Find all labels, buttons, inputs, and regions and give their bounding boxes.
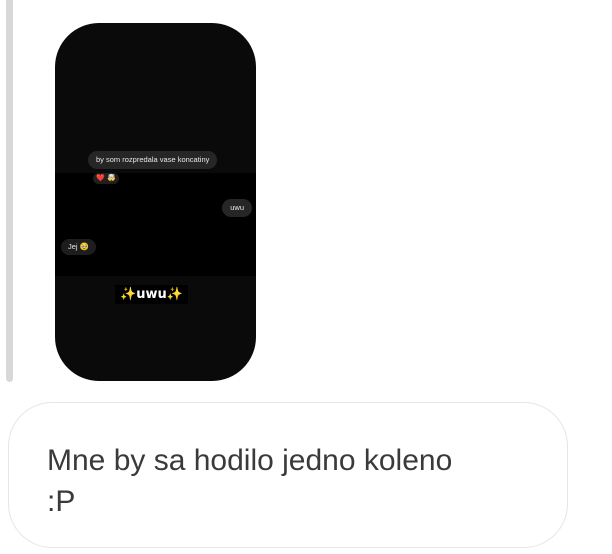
sparkle-icon: ✨ <box>166 287 183 302</box>
story-message-text: uwu <box>230 203 244 212</box>
story-message-received: by som rozpredala vase koncatiny <box>88 151 218 169</box>
message-reactions: ❤️ 🤯 <box>93 173 119 184</box>
story-message-sent: uwu <box>222 199 252 217</box>
chat-thread: by som rozpredala vase koncatiny ❤️ 🤯 uw… <box>0 0 612 554</box>
sticker-text: uwu <box>136 287 167 302</box>
story-message-text: by som rozpredala vase koncatiny <box>96 155 210 164</box>
message-bubble[interactable]: Mne by sa hodilo jedno koleno :P <box>8 402 568 548</box>
story-message-received: Jej 🥹 <box>61 239 97 255</box>
sparkle-icon: ✨ <box>120 287 137 302</box>
uwu-sticker: ✨uwu✨ <box>115 285 188 304</box>
reply-indicator-bar <box>6 0 13 382</box>
story-message-text: Jej 🥹 <box>68 242 90 251</box>
shared-story-screenshot[interactable]: by som rozpredala vase koncatiny ❤️ 🤯 uw… <box>55 23 256 381</box>
message-text: Mne by sa hodilo jedno koleno :P <box>47 444 453 518</box>
story-chat-backdrop <box>55 173 256 276</box>
